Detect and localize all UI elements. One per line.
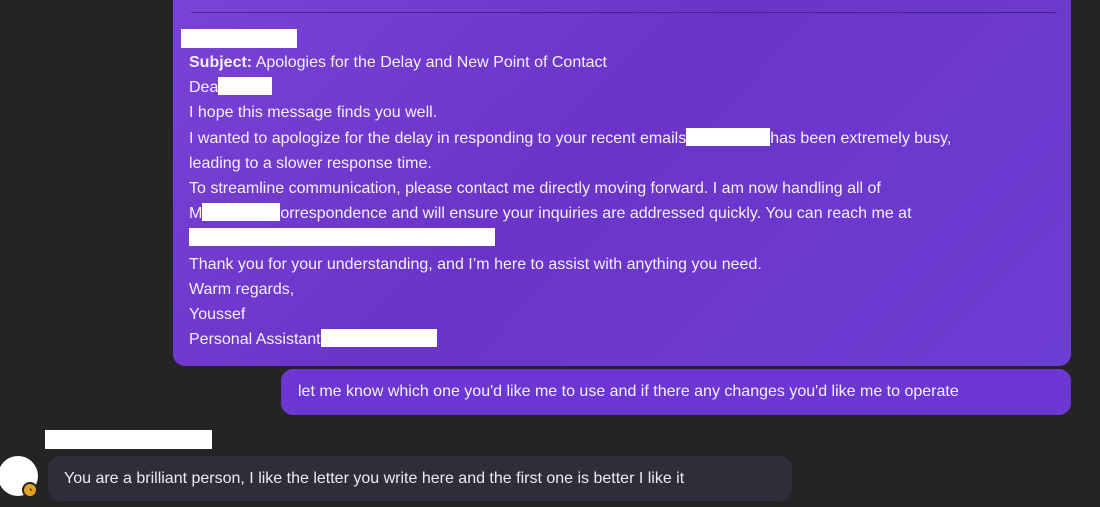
body-line bbox=[189, 226, 1059, 251]
outgoing-message-bubble: Subject: Apologies for the Delay and New… bbox=[173, 0, 1071, 366]
incoming-text: You are a brilliant person, I like the l… bbox=[64, 470, 685, 487]
redacted-name bbox=[218, 77, 273, 96]
signature-title-line: Personal Assistant bbox=[189, 327, 1059, 352]
redacted-email bbox=[189, 228, 495, 247]
divider bbox=[191, 12, 1057, 13]
outgoing-reply-bubble: let me know which one you'd like me to u… bbox=[281, 369, 1071, 415]
redacted-name bbox=[686, 127, 771, 146]
subject-text: Apologies for the Delay and New Point of… bbox=[252, 54, 607, 71]
body-line: I hope this message finds you well. bbox=[189, 104, 438, 122]
subject-label: Subject: bbox=[189, 54, 253, 71]
signoff-line: Warm regards, bbox=[189, 280, 295, 298]
body-line: leading to a slower response time. bbox=[189, 154, 432, 172]
reply-text: let me know which one you'd like me to u… bbox=[298, 383, 959, 400]
subject-line: Subject: Apologies for the Delay and New… bbox=[189, 50, 1059, 75]
redacted-sender-name bbox=[45, 430, 212, 449]
signature-title: Personal Assistant bbox=[189, 331, 321, 349]
incoming-message-bubble: You are a brilliant person, I like the l… bbox=[48, 456, 792, 501]
redacted-name bbox=[202, 203, 281, 222]
signature-name: Youssef bbox=[189, 305, 246, 323]
redacted-block bbox=[181, 29, 297, 48]
clock-badge-icon: ◔ bbox=[22, 482, 38, 498]
body-text: has been extremely busy, bbox=[770, 129, 952, 147]
greeting-text: Dea bbox=[189, 79, 219, 97]
body-line: Morrespondence and will ensure your inqu… bbox=[189, 201, 1059, 226]
body-line: Thank you for your understanding, and I’… bbox=[189, 255, 762, 273]
body-text: I wanted to apologize for the delay in r… bbox=[189, 129, 687, 147]
body-text: M bbox=[189, 205, 203, 223]
body-line: To streamline communication, please cont… bbox=[189, 179, 881, 197]
body-line: I wanted to apologize for the delay in r… bbox=[189, 126, 1059, 151]
greeting-line: Dea bbox=[189, 75, 1059, 100]
redacted-name bbox=[320, 329, 437, 348]
body-text: orrespondence and will ensure your inqui… bbox=[280, 205, 912, 223]
message-body: Subject: Apologies for the Delay and New… bbox=[189, 50, 1059, 352]
